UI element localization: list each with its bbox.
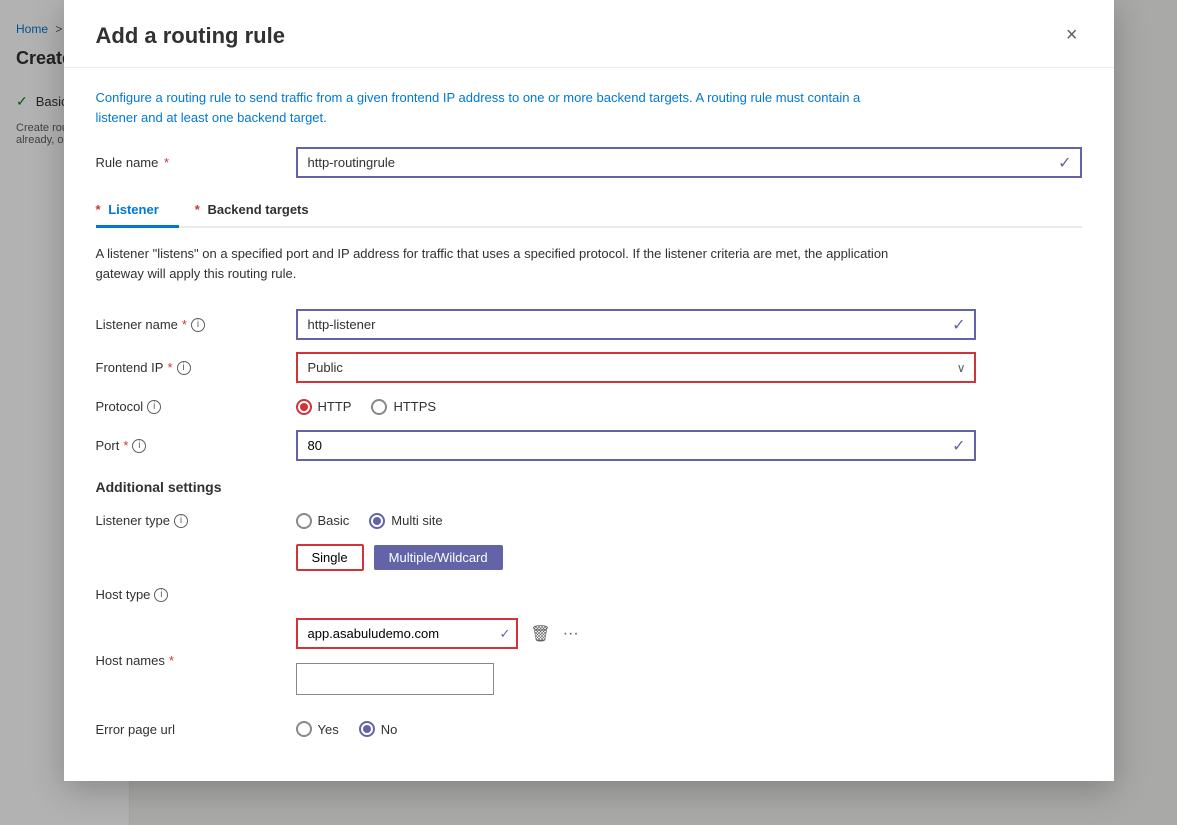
rule-name-input-container: ✓ <box>296 147 1082 178</box>
protocol-control: HTTP HTTPS <box>296 389 1082 424</box>
host-name-1-more-btn[interactable]: ··· <box>559 620 583 648</box>
host-name-2-input[interactable] <box>297 666 493 693</box>
port-check-icon: ✓ <box>944 436 973 456</box>
host-name-1-delete-btn[interactable]: 🗑 <box>526 620 554 648</box>
listener-type-multisite-radio[interactable]: Multi site <box>369 513 442 529</box>
listener-type-radio-group: Basic Multi site <box>296 513 443 529</box>
error-page-yes-label: Yes <box>318 722 339 737</box>
host-name-1-check-icon: ✓ <box>494 626 517 642</box>
rule-name-required: * <box>164 155 169 170</box>
tab-backend[interactable]: * Backend targets <box>195 194 329 228</box>
listener-type-basic-radio[interactable]: Basic <box>296 513 350 529</box>
port-label: Port * i <box>96 424 296 467</box>
host-type-info-icon[interactable]: i <box>154 588 168 602</box>
frontend-ip-info-icon[interactable]: i <box>177 361 191 375</box>
port-input-wrap: ✓ <box>296 430 976 461</box>
host-name-1-input[interactable] <box>298 620 494 647</box>
listener-name-control: http-listener ✓ <box>296 303 1082 346</box>
tabs-row: * Listener * Backend targets <box>96 194 1082 228</box>
port-input[interactable] <box>298 432 945 459</box>
desc-line2: listener and at least one backend target… <box>96 110 327 125</box>
rule-name-row: Rule name * ✓ <box>96 147 1082 178</box>
protocol-http-radio[interactable]: HTTP <box>296 399 352 415</box>
tab-backend-required: * <box>195 202 200 217</box>
host-type-control: Single Multiple/Wildcard <box>296 538 1082 577</box>
host-name-row-1: ✓ 🗑 ··· <box>296 618 583 649</box>
frontend-ip-control: Public ∨ <box>296 346 1082 389</box>
protocol-http-label: HTTP <box>318 399 352 414</box>
protocol-info-icon[interactable]: i <box>147 400 161 414</box>
close-button[interactable]: × <box>1062 20 1082 51</box>
rule-name-label: Rule name * <box>96 155 296 170</box>
tab-listener-required: * <box>96 202 101 217</box>
error-page-yes-radio[interactable]: Yes <box>296 721 339 737</box>
host-name-1-actions: 🗑 ··· <box>526 620 582 648</box>
tab-listener[interactable]: * Listener <box>96 194 179 228</box>
listener-name-check-icon: ✓ <box>944 315 973 335</box>
host-type-single-btn[interactable]: Single <box>296 544 364 571</box>
listener-description: A listener "listens" on a specified port… <box>96 244 996 283</box>
listener-name-label: Listener name * i <box>96 303 296 346</box>
host-names-control: ✓ 🗑 ··· <box>296 612 1082 709</box>
protocol-label: Protocol i <box>96 389 296 424</box>
listener-name-info-icon[interactable]: i <box>191 318 205 332</box>
listener-type-label: Listener type i <box>96 503 296 538</box>
host-type-static-label: Host type i <box>96 577 296 612</box>
rule-name-input[interactable] <box>298 149 1051 176</box>
error-page-no-radio[interactable]: No <box>359 721 398 737</box>
modal-overlay: Add a routing rule × Configure a routing… <box>0 0 1177 825</box>
error-page-row: Error page url Yes No <box>96 709 1082 749</box>
host-name-1-input-wrap: ✓ <box>296 618 519 649</box>
protocol-https-label: HTTPS <box>393 399 436 414</box>
host-type-toggle-group: Single Multiple/Wildcard <box>296 544 503 571</box>
modal-body: Configure a routing rule to send traffic… <box>64 68 1114 781</box>
form-section: Listener name * i http-listener ✓ Fronte… <box>96 303 1082 709</box>
port-info-icon[interactable]: i <box>132 439 146 453</box>
host-type-label <box>96 538 296 577</box>
frontend-ip-label: Frontend IP * i <box>96 346 296 389</box>
port-control: ✓ <box>296 424 1082 467</box>
additional-settings-heading: Additional settings <box>96 467 1082 503</box>
listener-type-info-icon[interactable]: i <box>174 514 188 528</box>
listener-name-dropdown: http-listener ✓ <box>296 309 976 340</box>
rule-name-check-icon: ✓ <box>1050 153 1079 173</box>
host-type-label-spacer <box>296 577 1082 612</box>
error-page-radios: Yes No <box>296 721 398 737</box>
desc-line1: Configure a routing rule to send traffic… <box>96 90 861 105</box>
listener-type-control: Basic Multi site <box>296 503 1082 538</box>
listener-type-basic-label: Basic <box>318 513 350 528</box>
frontend-ip-value[interactable]: Public <box>298 354 949 381</box>
modal-title: Add a routing rule <box>96 23 285 49</box>
protocol-https-radio[interactable]: HTTPS <box>371 399 436 415</box>
host-name-2-input-wrap <box>296 663 494 695</box>
listener-type-multisite-label: Multi site <box>391 513 442 528</box>
host-name-row-2 <box>296 663 494 695</box>
host-names-label: Host names * <box>96 612 296 709</box>
error-page-no-label: No <box>381 722 398 737</box>
host-type-multiple-btn[interactable]: Multiple/Wildcard <box>374 545 503 570</box>
rule-name-input-wrap: ✓ <box>296 147 1082 178</box>
modal-description: Configure a routing rule to send traffic… <box>96 88 996 127</box>
protocol-radio-group: HTTP HTTPS <box>296 399 437 415</box>
frontend-ip-chevron-icon[interactable]: ∨ <box>949 361 974 375</box>
modal-header: Add a routing rule × <box>64 0 1114 68</box>
modal-panel: Add a routing rule × Configure a routing… <box>64 0 1114 781</box>
listener-name-value[interactable]: http-listener <box>298 311 945 338</box>
error-page-label: Error page url <box>96 722 296 737</box>
frontend-ip-dropdown: Public ∨ <box>296 352 976 383</box>
